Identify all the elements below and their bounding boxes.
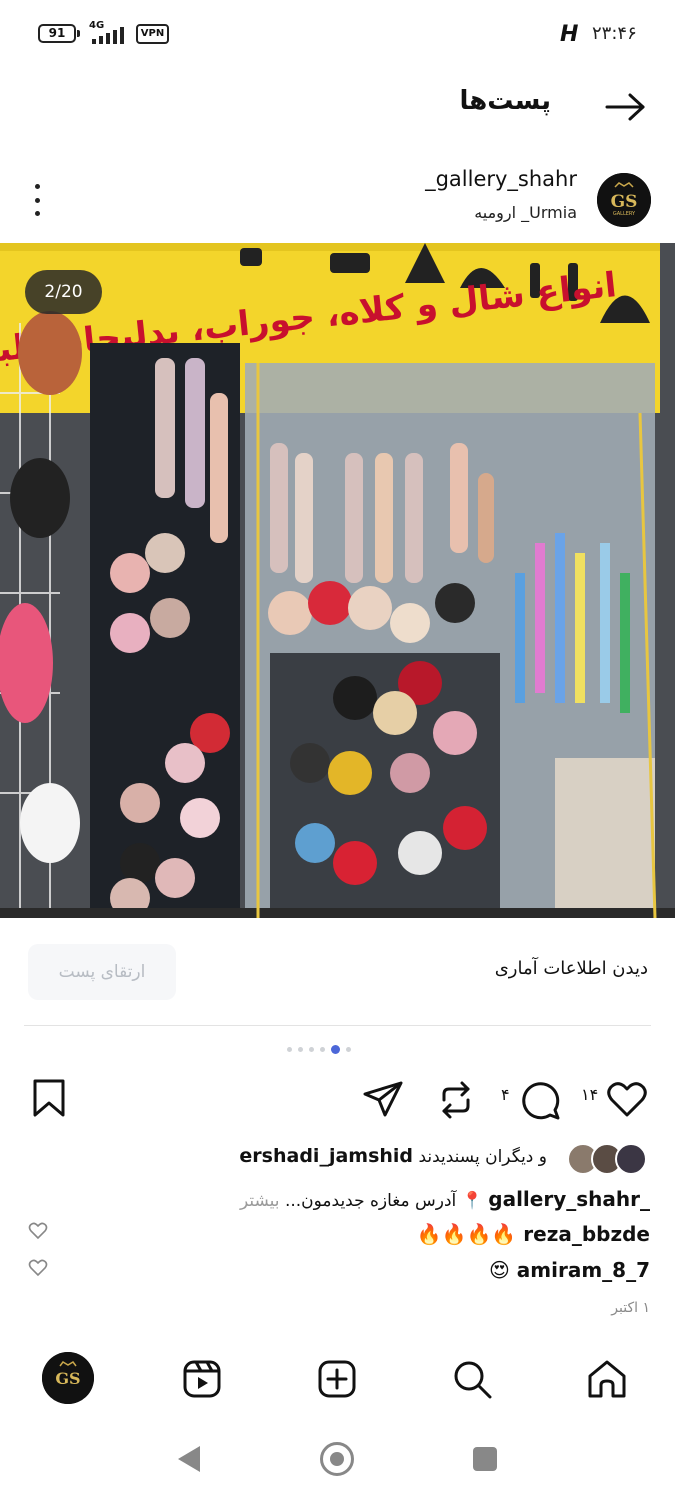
system-back-icon[interactable] bbox=[176, 1444, 202, 1478]
profile-avatar[interactable]: GS bbox=[42, 1352, 94, 1404]
svg-text:GALLERY: GALLERY bbox=[613, 211, 636, 217]
heart-icon[interactable] bbox=[28, 1222, 48, 1244]
caption-more-link[interactable]: بیشتر bbox=[240, 1191, 280, 1211]
avatar[interactable]: GS GALLERY bbox=[597, 173, 651, 227]
carousel-dot-active bbox=[331, 1045, 340, 1054]
carousel-dot bbox=[287, 1047, 292, 1052]
view-insights-link[interactable]: دیدن اطلاعات آماری bbox=[495, 958, 648, 979]
search-icon[interactable] bbox=[446, 1353, 498, 1405]
comment-icon[interactable] bbox=[519, 1079, 561, 1125]
media-counter: 2/20 bbox=[25, 270, 102, 314]
post-location[interactable]: ارومیه _Urmia bbox=[474, 203, 577, 222]
liked-by-user[interactable]: ershadi_jamshid bbox=[239, 1145, 413, 1167]
like-count: ۱۴ bbox=[581, 1085, 599, 1104]
comment-text: 🔥🔥🔥🔥 bbox=[416, 1222, 517, 1246]
battery-indicator: 91 bbox=[38, 24, 76, 43]
add-post-icon[interactable] bbox=[311, 1353, 363, 1405]
signal-icon bbox=[92, 26, 128, 44]
vpn-badge: VPN bbox=[136, 24, 169, 44]
page-title: پست‌ها bbox=[459, 86, 551, 116]
carousel-dot bbox=[320, 1047, 325, 1052]
home-icon[interactable] bbox=[581, 1353, 633, 1405]
post-caption[interactable]: _gallery_shahr 📍 آدرس مغازه جدیدمون... ب… bbox=[240, 1187, 650, 1211]
caption-username[interactable]: _gallery_shahr bbox=[488, 1187, 650, 1211]
battery-tip bbox=[77, 30, 80, 37]
post-date: ۱ اکتبر bbox=[611, 1300, 650, 1316]
post-image[interactable]: انواع شال و کلاه، جوراب، بدلیجات، لباس ز… bbox=[0, 243, 675, 918]
more-options-icon[interactable] bbox=[30, 184, 44, 216]
liked-by-suffix: و دیگران پسندیدند bbox=[418, 1147, 547, 1167]
boost-post-button[interactable]: ارتقای پست bbox=[28, 944, 176, 1000]
liker-avatars[interactable] bbox=[567, 1143, 649, 1175]
comment-count: ۴ bbox=[501, 1085, 510, 1104]
svg-text:GS: GS bbox=[611, 192, 638, 212]
svg-text:GS: GS bbox=[55, 1369, 80, 1388]
comment-item[interactable]: amiram_8_7 😍 bbox=[489, 1258, 650, 1282]
post-username[interactable]: _gallery_shahr bbox=[425, 167, 577, 191]
heart-icon[interactable] bbox=[606, 1080, 648, 1122]
comment-item[interactable]: reza_bbzde 🔥🔥🔥🔥 bbox=[417, 1222, 650, 1246]
carousel-dots bbox=[287, 1045, 351, 1054]
status-bar: 91 4G VPN H ۲۳:۴۶ bbox=[0, 0, 675, 68]
carousel-dot bbox=[298, 1047, 303, 1052]
system-recents-icon[interactable] bbox=[473, 1447, 497, 1471]
share-icon[interactable] bbox=[362, 1080, 404, 1122]
system-home-icon[interactable] bbox=[320, 1442, 354, 1476]
liked-by-text[interactable]: و دیگران پسندیدند ershadi_jamshid bbox=[239, 1145, 547, 1167]
repost-icon[interactable] bbox=[438, 1080, 474, 1124]
bookmark-icon[interactable] bbox=[30, 1078, 68, 1122]
carousel-dot bbox=[346, 1047, 351, 1052]
comment-text: 😍 bbox=[488, 1258, 510, 1282]
heart-icon[interactable] bbox=[28, 1259, 48, 1281]
comment-user[interactable]: amiram_8_7 bbox=[517, 1258, 650, 1282]
avatar bbox=[615, 1143, 647, 1175]
comment-user[interactable]: reza_bbzde bbox=[523, 1222, 650, 1246]
carousel-dot bbox=[309, 1047, 314, 1052]
caption-text: 📍 آدرس مغازه جدیدمون... bbox=[284, 1191, 483, 1211]
hspa-icon: H bbox=[560, 22, 579, 47]
divider bbox=[24, 1025, 651, 1026]
back-arrow-icon[interactable] bbox=[605, 92, 647, 126]
clock: ۲۳:۴۶ bbox=[592, 23, 637, 44]
reels-icon[interactable] bbox=[176, 1353, 228, 1405]
